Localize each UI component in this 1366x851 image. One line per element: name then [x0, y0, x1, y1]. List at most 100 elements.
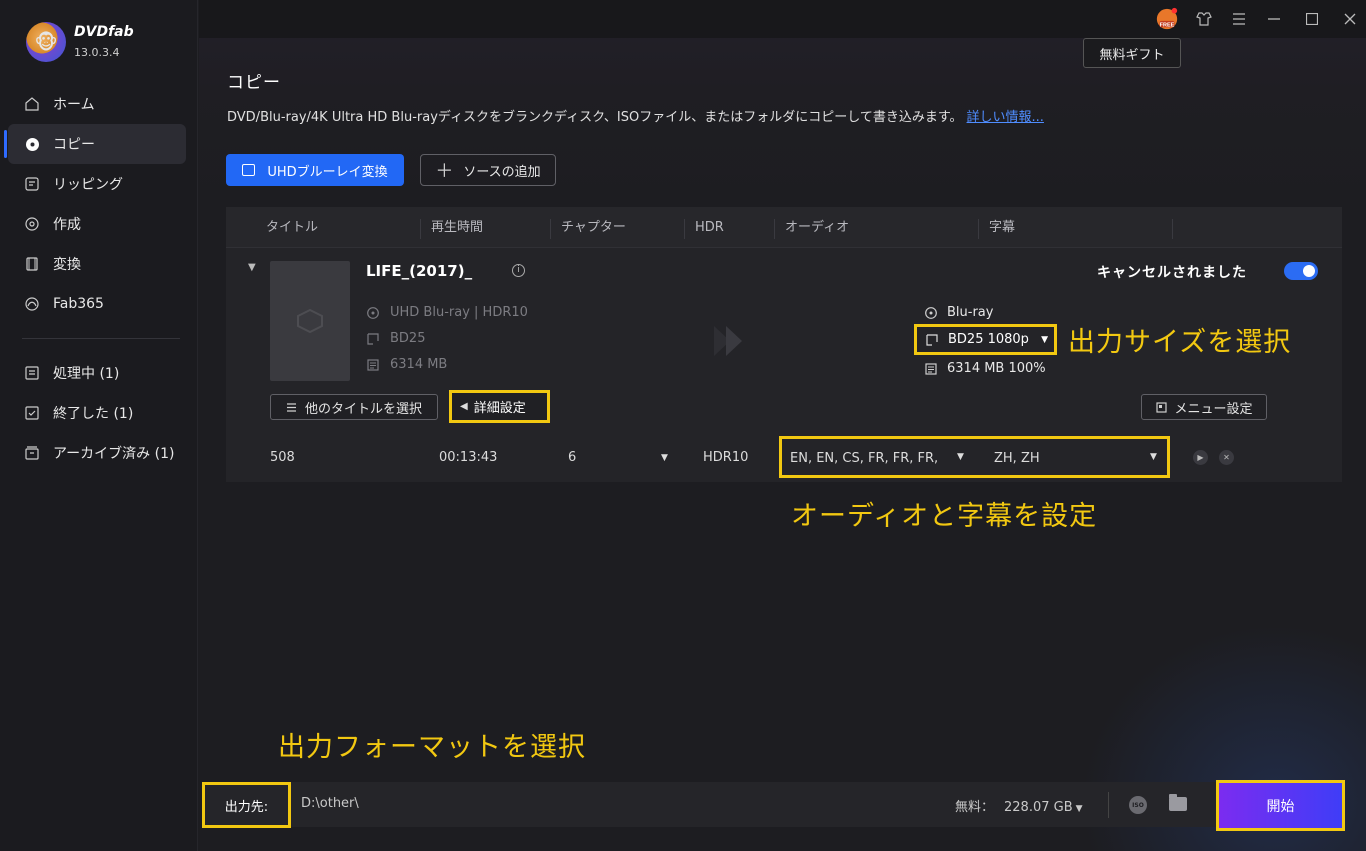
sidebar-item-archive[interactable]: アーカイブ済み (1) [8, 433, 186, 473]
disc-size-icon [925, 333, 939, 347]
sidebar-item-converter[interactable]: 変換 [8, 244, 186, 284]
sidebar-item-label: リッピング [53, 177, 123, 193]
page-description: DVD/Blu-ray/4K Ultra HD Blu-rayディスクをブランク… [227, 106, 1044, 125]
description-text: DVD/Blu-ray/4K Ultra HD Blu-rayディスクをブランク… [227, 110, 963, 125]
sidebar-item-creator[interactable]: 作成 [8, 204, 186, 244]
disc-size-icon [366, 332, 380, 346]
sidebar-item-label: アーカイブ済み (1) [53, 446, 175, 462]
settings-icon: ◀ [460, 401, 468, 412]
table-header: タイトル 再生時間 チャプター HDR オーディオ 字幕 [226, 207, 1342, 248]
more-info-link[interactable]: 詳しい情報... [967, 110, 1044, 125]
free-gift-button[interactable]: FREE [1155, 7, 1179, 31]
chevron-down-icon[interactable]: ▼ [1150, 452, 1157, 462]
hdr-value: HDR10 [703, 450, 749, 465]
close-icon[interactable] [1338, 7, 1362, 31]
sidebar-item-home[interactable]: ホーム [8, 84, 186, 124]
column-subtitles: 字幕 [978, 219, 1015, 239]
app-version: 13.0.3.4 [74, 45, 120, 59]
add-source-button[interactable]: ＋ ソースの追加 [420, 154, 556, 186]
title-id: 508 [270, 450, 295, 465]
sidebar-item-fab365[interactable]: Fab365 [8, 284, 186, 324]
output-size-text: 6314 MB 100% [947, 361, 1046, 376]
sidebar-item-label: 変換 [53, 257, 81, 273]
status-text: キャンセルされました [1097, 265, 1247, 281]
source-size-text: 6314 MB [390, 357, 448, 372]
other-titles-label: 他のタイトルを選択 [304, 401, 422, 417]
column-hdr: HDR [684, 219, 724, 239]
file-size-icon [366, 358, 380, 372]
shirt-icon[interactable] [1192, 7, 1216, 31]
chapter-count[interactable]: 6 [568, 450, 576, 465]
sidebar-item-copy[interactable]: コピー [4, 124, 186, 164]
sidebar-item-label: 作成 [53, 217, 81, 233]
sidebar-item-label: 終了した (1) [53, 406, 134, 422]
ripper-icon [24, 176, 40, 192]
sidebar-item-ripper[interactable]: リッピング [8, 164, 186, 204]
free-badge: FREE [1160, 22, 1175, 28]
disc-copy-icon [24, 136, 40, 152]
subtitle-select[interactable]: ZH, ZH [994, 451, 1040, 466]
app-name: DVDfab [74, 24, 134, 41]
fab365-icon [24, 296, 40, 312]
menu-icon[interactable] [1227, 7, 1251, 31]
uhd-convert-label: UHDブルーレイ変換 [267, 164, 388, 180]
output-size-select[interactable]: BD25 1080p ▼ [914, 324, 1057, 355]
audio-select[interactable]: EN, EN, CS, FR, FR, FR, [790, 451, 938, 466]
disc-icon [924, 306, 938, 320]
collapse-arrow-icon[interactable]: ▼ [248, 262, 256, 273]
page-title: コピー [227, 73, 281, 93]
creator-icon [24, 216, 40, 232]
annotation-output-size: 出力サイズを選択 [1068, 327, 1292, 358]
file-size-icon [924, 362, 938, 376]
list-icon [286, 401, 298, 413]
advanced-settings-label: 詳細設定 [473, 401, 526, 416]
disc-icon [366, 306, 380, 320]
output-size-option: BD25 1080p [948, 332, 1029, 347]
app-logo: 🐵 DVDfab 13.0.3.4 [26, 22, 134, 62]
conversion-arrow-icon [714, 326, 742, 356]
annotation-audio-subtitle: オーディオと字幕を設定 [791, 501, 1098, 532]
sidebar-item-label: 処理中 (1) [53, 366, 120, 382]
sidebar-item-label: ホーム [53, 97, 95, 113]
home-icon [24, 96, 40, 112]
other-titles-button[interactable]: 他のタイトルを選択 [270, 394, 438, 420]
info-icon[interactable]: i [512, 264, 525, 277]
chevron-down-icon[interactable]: ▼ [957, 452, 964, 462]
source-size: 6314 MB [366, 357, 447, 372]
play-icon[interactable]: ▶ [1193, 450, 1208, 465]
add-source-label: ソースの追加 [463, 164, 541, 180]
chevron-down-icon: ▼ [1041, 335, 1048, 345]
plus-icon: ＋ [435, 161, 454, 182]
title-name: LIFE_(2017)_ [366, 262, 473, 280]
main-panel: FREE 無料ギフト コピー DVD/Blu-ray/4K Ultra HD B… [199, 0, 1366, 851]
sidebar-divider [22, 338, 180, 339]
column-divider [1172, 219, 1183, 239]
chevron-down-icon[interactable]: ▼ [661, 453, 668, 463]
menu-settings-label: メニュー設定 [1174, 401, 1253, 417]
annotation-output-format: 出力フォーマットを選択 [278, 732, 586, 763]
main-nav: ホーム コピー リッピング 作成 変換 Fab365 処理中 (1) 終了した … [4, 84, 186, 473]
sidebar-item-label: コピー [53, 137, 95, 153]
advanced-settings-button[interactable]: ◀ 詳細設定 [449, 390, 550, 423]
column-chapters: チャプター [550, 219, 626, 239]
source-type: UHD Blu-ray | HDR10 [366, 305, 528, 320]
source-disc-text: BD25 [390, 331, 426, 346]
column-duration: 再生時間 [420, 219, 483, 239]
archive-icon [24, 445, 40, 461]
monkey-logo-icon: 🐵 [26, 22, 66, 62]
output-size: 6314 MB 100% [924, 361, 1046, 376]
sidebar-item-label: Fab365 [53, 296, 104, 312]
column-audio: オーディオ [774, 219, 849, 239]
remove-icon[interactable]: ✕ [1219, 450, 1234, 465]
sidebar-item-processing[interactable]: 処理中 (1) [8, 353, 186, 393]
uhd-convert-button[interactable]: UHDブルーレイ変換 [226, 154, 404, 186]
minimize-icon[interactable] [1262, 7, 1286, 31]
uhd-icon [242, 164, 256, 176]
sidebar-item-finished[interactable]: 終了した (1) [8, 393, 186, 433]
enable-toggle[interactable] [1284, 262, 1318, 280]
menu-settings-icon [1155, 401, 1167, 413]
maximize-icon[interactable] [1300, 7, 1324, 31]
duration: 00:13:43 [439, 450, 498, 465]
menu-settings-button[interactable]: メニュー設定 [1141, 394, 1267, 420]
placeholder-image-icon [297, 308, 323, 334]
